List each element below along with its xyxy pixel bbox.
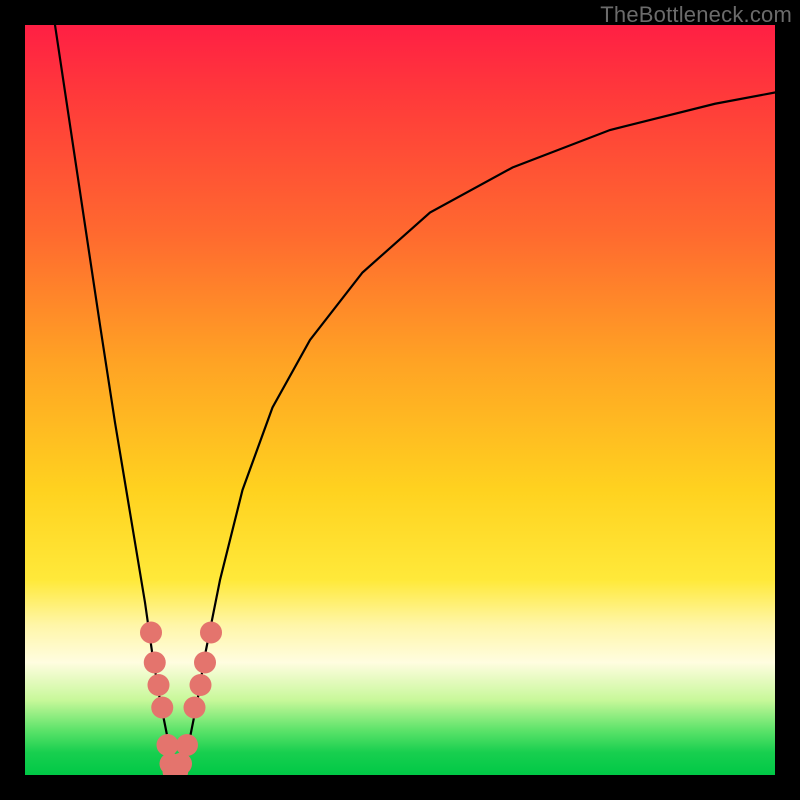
curve-marker bbox=[157, 734, 179, 756]
watermark-text: TheBottleneck.com bbox=[600, 2, 792, 28]
plot-area bbox=[25, 25, 775, 775]
chart-frame: TheBottleneck.com bbox=[0, 0, 800, 800]
curve-markers bbox=[140, 622, 222, 776]
curve-marker bbox=[151, 697, 173, 719]
curve-marker bbox=[144, 652, 166, 674]
chart-svg bbox=[25, 25, 775, 775]
curve-marker bbox=[194, 652, 216, 674]
curve-marker bbox=[148, 674, 170, 696]
curve-marker bbox=[176, 734, 198, 756]
curve-marker bbox=[190, 674, 212, 696]
curve-marker bbox=[170, 753, 192, 775]
curve-marker bbox=[200, 622, 222, 644]
curve-marker bbox=[140, 622, 162, 644]
curve-marker bbox=[184, 697, 206, 719]
